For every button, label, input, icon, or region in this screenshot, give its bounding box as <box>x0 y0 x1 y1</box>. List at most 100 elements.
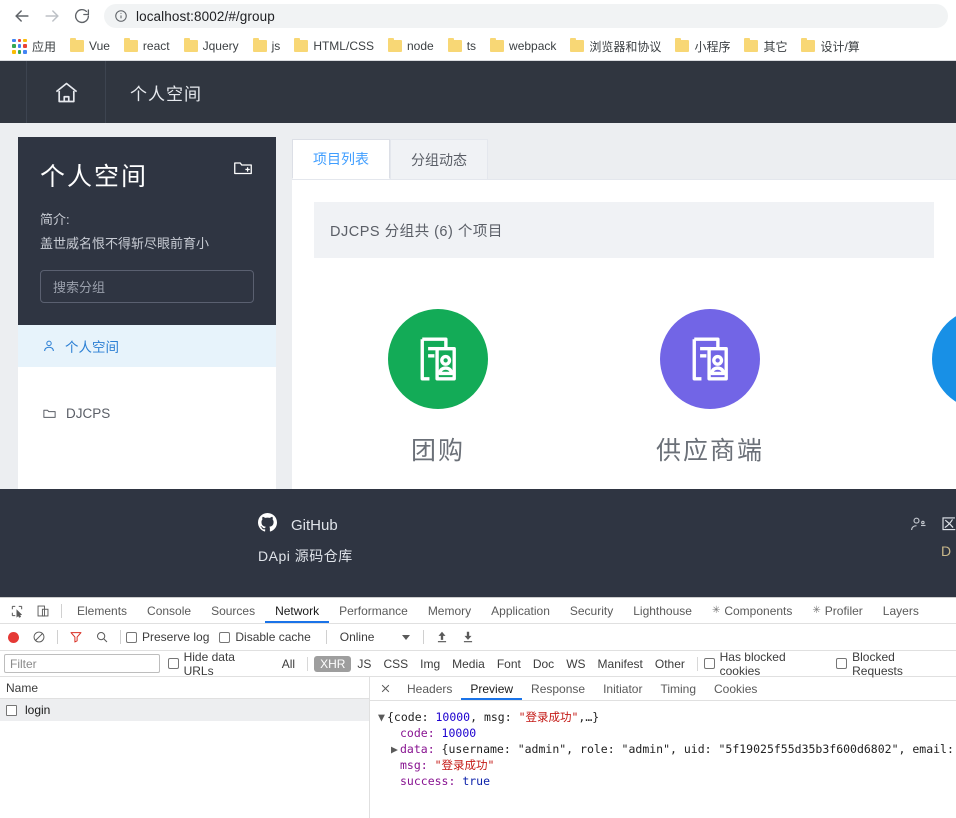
tab-group-activity[interactable]: 分组动态 <box>390 139 488 179</box>
tab-label: Lighthouse <box>633 603 692 618</box>
bookmark-item[interactable]: 设计/算 <box>795 35 865 58</box>
json-root-code: 10000 <box>435 710 471 724</box>
filter-button[interactable] <box>63 625 89 649</box>
devtools-tab-profiler[interactable]: ✳ Profiler <box>802 598 872 623</box>
request-row[interactable]: login <box>0 699 369 721</box>
record-button-icon[interactable] <box>8 631 19 643</box>
clear-button[interactable] <box>26 625 52 649</box>
add-group-button[interactable] <box>232 157 254 184</box>
filter-type-ws[interactable]: WS <box>560 656 591 672</box>
detail-tab-preview[interactable]: Preview <box>461 677 522 700</box>
repo-label[interactable]: DApi 源码仓库 <box>258 546 353 566</box>
back-button[interactable] <box>8 2 36 30</box>
tab-label: Security <box>569 603 614 618</box>
project-card[interactable]: 供应商端 <box>586 280 834 494</box>
nav-home-button[interactable] <box>26 61 106 123</box>
collapse-arrow-icon[interactable]: ▼ <box>378 709 387 725</box>
bookmark-label: 浏览器和协议 <box>589 39 662 54</box>
filter-type-css[interactable]: CSS <box>377 656 414 672</box>
checkbox-label: Hide data URLs <box>183 649 235 678</box>
devtools-tab-console[interactable]: Console <box>137 598 201 623</box>
json-root-line[interactable]: ▼ {code: 10000, msg: "登录成功",…} <box>378 709 956 725</box>
bookmark-apps[interactable]: 应用 <box>6 35 62 58</box>
detail-tab-bar: Headers Preview Response Initiator Timin… <box>370 677 956 701</box>
close-icon <box>381 684 389 693</box>
close-detail-button[interactable] <box>376 684 394 693</box>
request-column-header[interactable]: Name <box>0 677 369 699</box>
tab-project-list[interactable]: 项目列表 <box>292 139 390 179</box>
detail-tab-timing[interactable]: Timing <box>651 677 705 700</box>
devtools-tab-elements[interactable]: Elements <box>67 598 137 623</box>
filter-type-doc[interactable]: Doc <box>527 656 560 672</box>
filter-input[interactable]: Filter <box>4 654 160 673</box>
github-label: GitHub <box>291 516 338 534</box>
bookmark-item[interactable]: 浏览器和协议 <box>564 35 667 58</box>
devtools-tab-security[interactable]: Security <box>560 598 623 623</box>
folder-icon <box>744 38 759 52</box>
group-list-item-djcps[interactable]: DJCPS <box>18 393 276 435</box>
tab-label: Console <box>147 603 192 618</box>
devtools-tab-network[interactable]: Network <box>265 598 329 623</box>
tab-label: Elements <box>77 603 128 618</box>
bookmark-item[interactable]: Jquery <box>178 36 245 56</box>
bookmark-item[interactable]: Vue <box>64 36 116 56</box>
checkbox-box <box>219 631 231 643</box>
detail-tab-response[interactable]: Response <box>522 677 594 700</box>
tab-label: Memory <box>427 603 472 618</box>
hide-data-urls-checkbox[interactable]: Hide data URLs <box>167 649 266 678</box>
filter-type-other[interactable]: Other <box>649 656 691 672</box>
reload-button[interactable] <box>68 2 96 30</box>
bookmark-item[interactable]: js <box>247 36 287 56</box>
folder-icon <box>447 38 462 52</box>
import-har-icon <box>438 631 447 643</box>
bookmark-item[interactable]: node <box>382 36 440 56</box>
export-har-button[interactable] <box>455 625 481 649</box>
devtools-tab-memory[interactable]: Memory <box>418 598 481 623</box>
info-circle-icon[interactable] <box>114 9 128 23</box>
footer-right-line2: D <box>940 543 952 559</box>
devtools-tab-application[interactable]: Application <box>481 598 560 623</box>
devtools-tab-components[interactable]: ✳ Components <box>702 598 802 623</box>
json-line-data[interactable]: ▶ data: {username: "admin", role: "admin"… <box>378 741 956 757</box>
devtools-tab-performance[interactable]: Performance <box>329 598 418 623</box>
import-har-button[interactable] <box>429 625 455 649</box>
detail-tab-headers[interactable]: Headers <box>398 677 461 700</box>
inspect-element-button[interactable] <box>4 599 30 623</box>
detail-tab-initiator[interactable]: Initiator <box>594 677 651 700</box>
bookmark-item[interactable]: 其它 <box>738 35 793 58</box>
filter-type-manifest[interactable]: Manifest <box>592 656 649 672</box>
preview-json-viewer: ▼ {code: 10000, msg: "登录成功",…} code: 1000… <box>370 701 956 818</box>
filter-type-font[interactable]: Font <box>491 656 527 672</box>
preserve-log-checkbox[interactable]: Preserve log <box>126 630 209 644</box>
devtools-tab-layers[interactable]: Layers <box>873 598 929 623</box>
bookmark-item[interactable]: react <box>118 36 176 56</box>
reload-icon <box>74 9 90 24</box>
filter-type-all[interactable]: All <box>276 656 301 672</box>
filter-type-media[interactable]: Media <box>446 656 491 672</box>
group-list-item-personal[interactable]: 个人空间 <box>18 324 276 367</box>
filter-type-xhr[interactable]: XHR <box>314 655 352 672</box>
bookmark-item[interactable]: ts <box>442 36 482 56</box>
throttling-select[interactable]: Online <box>332 630 419 644</box>
bookmark-item[interactable]: HTML/CSS <box>288 36 380 56</box>
devtools-tab-sources[interactable]: Sources <box>201 598 265 623</box>
blocked-requests-checkbox[interactable]: Blocked Requests <box>836 650 946 678</box>
toolbar-divider <box>61 603 62 618</box>
search-button[interactable] <box>89 625 115 649</box>
bookmark-item[interactable]: 小程序 <box>669 35 736 58</box>
project-card[interactable]: 团购 <box>314 280 562 494</box>
has-blocked-cookies-checkbox[interactable]: Has blocked cookies <box>703 650 827 678</box>
expand-arrow-icon[interactable]: ▶ <box>391 741 400 757</box>
address-bar[interactable]: localhost:8002/#/group <box>104 4 948 28</box>
project-card[interactable]: 管理 <box>858 280 956 494</box>
detail-tab-cookies[interactable]: Cookies <box>705 677 766 700</box>
bookmark-item[interactable]: webpack <box>484 36 562 56</box>
forward-button[interactable] <box>38 2 66 30</box>
devtools-tab-lighthouse[interactable]: Lighthouse <box>623 598 702 623</box>
search-group-input[interactable]: 搜索分组 <box>40 269 254 303</box>
group-list-item-label: 个人空间 <box>65 339 119 355</box>
disable-cache-checkbox[interactable]: Disable cache <box>219 630 311 644</box>
filter-type-js[interactable]: JS <box>351 656 377 672</box>
device-toolbar-button[interactable] <box>30 599 56 623</box>
filter-type-img[interactable]: Img <box>414 656 446 672</box>
